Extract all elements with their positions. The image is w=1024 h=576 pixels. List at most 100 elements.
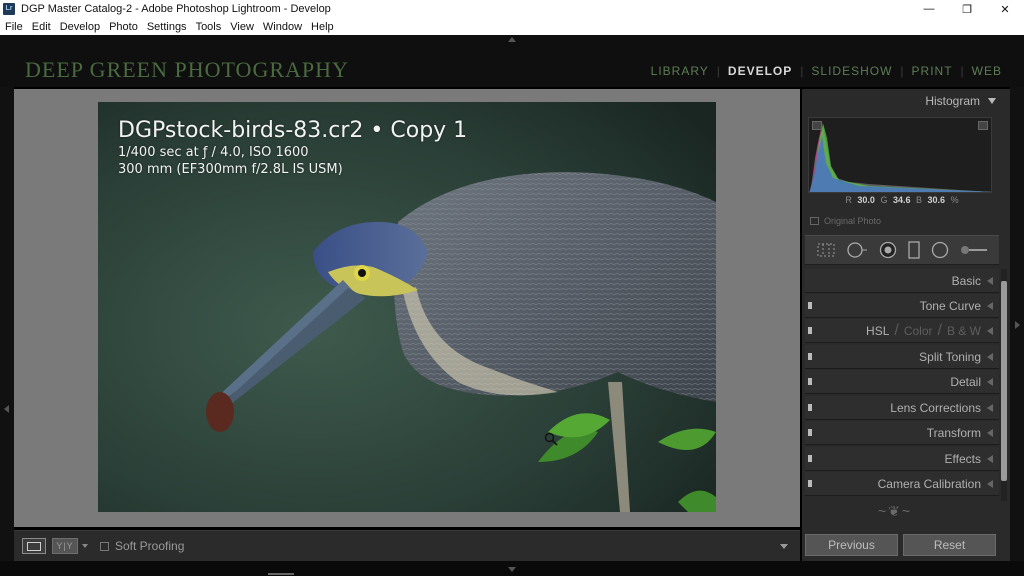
panel-effects-switch[interactable]	[808, 455, 812, 462]
right-panel-scroll-thumb[interactable]	[1001, 281, 1007, 481]
filmstrip-collapsed	[0, 561, 1024, 576]
expand-left-panel-icon[interactable]	[4, 405, 9, 413]
panel-transform-expand-icon[interactable]	[987, 429, 993, 437]
panel-camera-calibration-switch[interactable]	[808, 480, 812, 487]
module-print[interactable]: PRINT	[912, 64, 953, 78]
histogram-header[interactable]: Histogram	[802, 89, 1002, 113]
panel-detail-switch[interactable]	[808, 378, 812, 385]
module-separator: |	[800, 64, 804, 78]
module-web[interactable]: WEB	[972, 64, 1002, 78]
menu-edit[interactable]: Edit	[32, 21, 51, 33]
hsl-separator: /	[937, 321, 942, 339]
close-button[interactable]: ✕	[986, 0, 1024, 18]
panel-tone-curve-switch[interactable]	[808, 302, 812, 309]
lightroom-app-icon: Lr	[3, 3, 15, 15]
histogram-curves	[809, 123, 991, 192]
panel-detail-expand-icon[interactable]	[987, 378, 993, 386]
percent-unit: %	[950, 195, 959, 205]
panel-camera-calibration-label: Camera Calibration	[877, 476, 981, 491]
hsl-separator: /	[894, 321, 899, 339]
panel-color-label[interactable]: Color	[904, 324, 933, 338]
g-value: 34.6	[892, 195, 911, 205]
histogram-graph[interactable]	[808, 117, 992, 193]
panel-lens-corrections-expand-icon[interactable]	[987, 404, 993, 412]
panel-tone-curve[interactable]: Tone Curve	[805, 294, 999, 318]
minimize-button[interactable]: —	[910, 0, 948, 18]
red-eye-icon[interactable]	[879, 241, 897, 259]
reset-button[interactable]: Reset	[903, 534, 996, 556]
right-panel-edge	[1010, 87, 1024, 561]
soft-proofing-label: Soft Proofing	[115, 539, 185, 553]
photo-preview[interactable]: DGPstock-birds-83.cr2 • Copy 1 1/400 sec…	[98, 102, 716, 512]
panel-hsl[interactable]: HSL / Color / B & W	[805, 319, 999, 343]
before-after-button[interactable]: Y|Y	[52, 538, 78, 554]
panel-split-toning-switch[interactable]	[808, 353, 812, 360]
toolbar-content-menu-icon[interactable]	[780, 544, 788, 549]
image-canvas[interactable]: DGPstock-birds-83.cr2 • Copy 1 1/400 sec…	[14, 89, 800, 527]
filmstrip-marker	[268, 573, 294, 575]
menu-tools[interactable]: Tools	[196, 21, 222, 33]
collapse-right-panel-icon[interactable]	[1015, 321, 1020, 329]
radial-filter-icon[interactable]	[931, 241, 949, 259]
panel-hsl-switch[interactable]	[808, 327, 812, 334]
grid-overlay-icon[interactable]	[817, 243, 835, 257]
previous-button[interactable]: Previous	[805, 534, 898, 556]
panel-hsl-label[interactable]: HSL	[866, 324, 889, 338]
panel-tone-curve-expand-icon[interactable]	[987, 302, 993, 310]
maximize-button[interactable]: ❐	[948, 0, 986, 18]
panel-camera-calibration[interactable]: Camera Calibration	[805, 472, 999, 496]
photo-exposure: 1/400 sec at ƒ / 4.0, ISO 1600	[118, 145, 309, 160]
module-library[interactable]: LIBRARY	[651, 64, 709, 78]
panel-lens-corrections-switch[interactable]	[808, 404, 812, 411]
panel-detail-label: Detail	[950, 374, 981, 389]
collapse-top-panel-icon[interactable]	[508, 37, 516, 42]
menu-help[interactable]: Help	[311, 21, 334, 33]
expand-filmstrip-icon[interactable]	[508, 567, 516, 572]
soft-proofing-checkbox[interactable]	[100, 541, 109, 551]
photo-info-overlay: DGPstock-birds-83.cr2 • Copy 1 1/400 sec…	[118, 118, 467, 177]
photo-lens: 300 mm (EF300mm f/2.8L IS USM)	[118, 162, 343, 177]
panel-bw-label[interactable]: B & W	[947, 324, 981, 338]
adjustment-brush-icon[interactable]	[960, 245, 988, 255]
panel-split-toning-expand-icon[interactable]	[987, 353, 993, 361]
panel-tone-curve-label: Tone Curve	[919, 298, 981, 313]
panel-effects-expand-icon[interactable]	[987, 455, 993, 463]
panel-hsl-expand-icon[interactable]	[987, 327, 993, 335]
window-titlebar: Lr DGP Master Catalog-2 - Adobe Photosho…	[0, 0, 1024, 18]
menu-photo[interactable]: Photo	[109, 21, 138, 33]
panel-transform-switch[interactable]	[808, 429, 812, 436]
loupe-view-button[interactable]	[22, 538, 46, 554]
highlight-clipping-icon[interactable]	[978, 121, 988, 130]
panel-split-toning[interactable]: Split Toning	[805, 345, 999, 369]
module-picker: LIBRARY | DEVELOP | SLIDESHOW | PRINT | …	[651, 64, 1002, 78]
panel-detail[interactable]: Detail	[805, 370, 999, 394]
panel-basic-expand-icon[interactable]	[987, 277, 993, 285]
right-panel-scrollbar[interactable]	[1001, 269, 1007, 501]
window-controls: — ❐ ✕	[910, 0, 1024, 18]
spot-removal-icon[interactable]	[846, 242, 868, 258]
tool-strip	[805, 235, 999, 265]
panel-lens-corrections[interactable]: Lens Corrections	[805, 396, 999, 420]
menu-file[interactable]: File	[5, 21, 23, 33]
menu-settings[interactable]: Settings	[147, 21, 187, 33]
graduated-filter-icon[interactable]	[907, 241, 920, 259]
panel-end-ornament: ~❦~	[878, 503, 913, 519]
menu-view[interactable]: View	[230, 21, 254, 33]
b-value: 30.6	[927, 195, 946, 205]
menu-window[interactable]: Window	[263, 21, 302, 33]
panel-effects[interactable]: Effects	[805, 447, 999, 471]
module-develop[interactable]: DEVELOP	[728, 64, 792, 78]
shadow-clipping-icon[interactable]	[812, 121, 822, 130]
original-photo-checkbox[interactable]	[810, 217, 819, 225]
top-panel: DEEP GREEN PHOTOGRAPHY LIBRARY | DEVELOP…	[0, 35, 1024, 87]
module-slideshow[interactable]: SLIDESHOW	[811, 64, 892, 78]
panel-camera-calibration-expand-icon[interactable]	[987, 480, 993, 488]
module-separator: |	[900, 64, 904, 78]
histogram-collapse-icon[interactable]	[988, 98, 996, 104]
menu-develop[interactable]: Develop	[60, 21, 100, 33]
panel-basic[interactable]: Basic	[805, 269, 999, 293]
panel-transform[interactable]: Transform	[805, 421, 999, 445]
before-after-dropdown-icon[interactable]	[82, 544, 88, 548]
original-photo-toggle[interactable]: Original Photo	[810, 216, 881, 226]
g-label: G	[880, 195, 888, 205]
